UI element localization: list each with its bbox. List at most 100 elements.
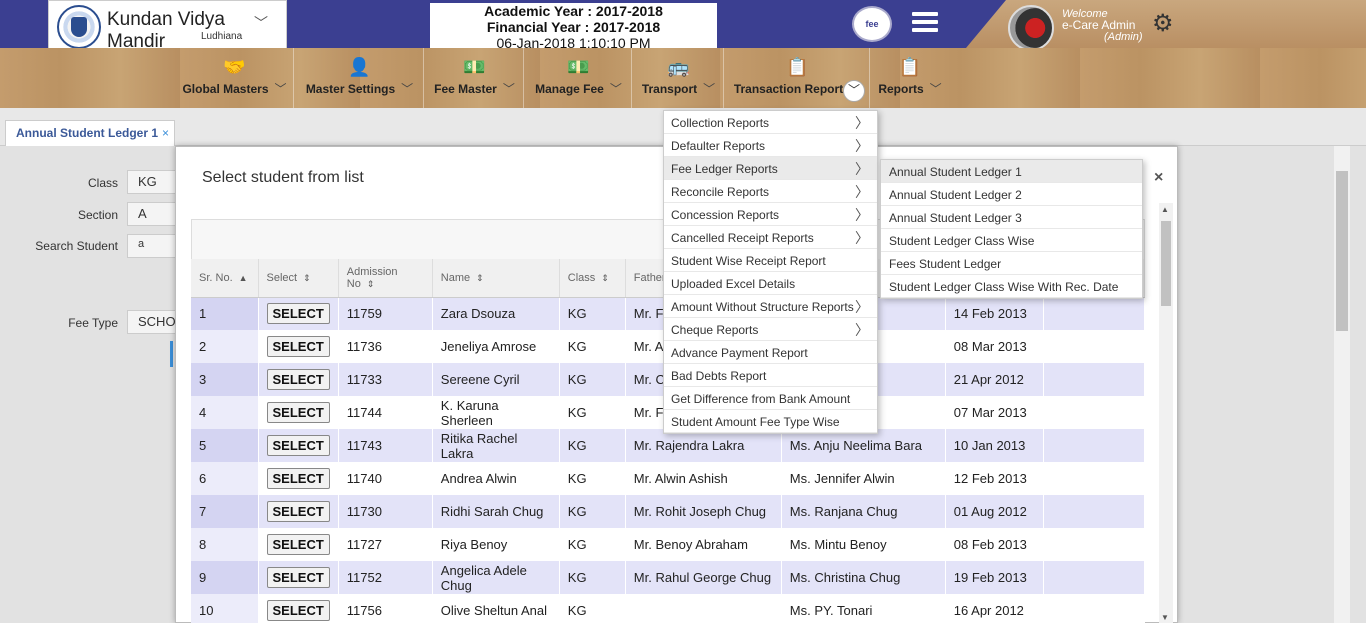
bus-icon: 🚌 xyxy=(667,57,690,77)
col-name[interactable]: Name ⇕ xyxy=(432,259,560,298)
table-row[interactable]: 10 SELECT 11756 Olive Sheltun Anal KG Ms. PY.… xyxy=(191,594,1145,623)
table-row[interactable]: 8 SELECT 11727 Riya Benoy KG Mr. Benoy Abraha… xyxy=(191,528,1145,561)
select-cell: SELECT xyxy=(258,495,339,528)
col-admission-no[interactable]: Admission No ⇕ xyxy=(338,259,433,298)
chevron-right-icon: 〉 xyxy=(855,299,869,315)
submenu-item-fees-student-ledger[interactable]: Fees Student Ledger xyxy=(881,252,1142,275)
select-student-button[interactable]: SELECT xyxy=(266,567,330,588)
extra-cell xyxy=(1043,363,1145,396)
hamburger-menu-icon[interactable] xyxy=(912,12,938,32)
gear-icon[interactable]: ⚙ xyxy=(1152,10,1174,38)
select-student-button[interactable]: SELECT xyxy=(266,600,330,621)
submenu-item-annual-student-ledger-1[interactable]: Annual Student Ledger 1 xyxy=(881,160,1142,183)
avatar[interactable] xyxy=(1008,5,1054,51)
menu-item-bad-debts-report[interactable]: Bad Debts Report xyxy=(664,364,877,387)
select-student-button[interactable]: SELECT xyxy=(266,369,330,390)
modal-scrollbar[interactable]: ▲ ▼ xyxy=(1159,203,1173,623)
col-select[interactable]: Select ⇕ xyxy=(258,259,339,298)
menu-item-advance-payment-report[interactable]: Advance Payment Report xyxy=(664,341,877,364)
admission-no-cell: 11730 xyxy=(338,495,433,528)
section-label: Section xyxy=(77,208,118,222)
table-row[interactable]: 6 SELECT 11740 Andrea Alwin KG Mr. Alwin Ashi… xyxy=(191,462,1145,495)
class-cell: KG xyxy=(559,495,626,528)
report-icon: 📋 xyxy=(786,57,809,77)
transaction-report-menu: Collection Reports 〉 Defaulter Reports 〉 Fee… xyxy=(663,110,878,434)
close-icon[interactable]: × xyxy=(162,126,169,140)
table-row[interactable]: 7 SELECT 11730 Ridhi Sarah Chug KG Mr. Rohit … xyxy=(191,495,1145,528)
nav-reports[interactable]: 📋 Reports ﹀ xyxy=(872,48,948,108)
class-cell: KG xyxy=(559,396,626,429)
menu-item-student-amount-fee-type-wise[interactable]: Student Amount Fee Type Wise xyxy=(664,410,877,433)
select-student-button[interactable]: SELECT xyxy=(266,336,330,357)
student-name-cell: Angelica Adele Chug xyxy=(432,561,560,594)
mother-name-cell: Ms. Christina Chug xyxy=(781,561,946,594)
nav-manage-fee[interactable]: 💵 Manage Fee ﹀ xyxy=(526,48,632,108)
school-emblem-icon xyxy=(57,5,101,49)
fee-logo-icon[interactable]: fee xyxy=(852,6,892,42)
extra-cell xyxy=(1043,330,1145,363)
chevron-down-icon[interactable]: ﹀ xyxy=(254,13,268,33)
menu-item-amount-without-structure-reports[interactable]: Amount Without Structure Reports 〉 xyxy=(664,295,877,318)
chevron-right-icon: 〉 xyxy=(855,207,869,223)
dob-cell: 14 Feb 2013 xyxy=(945,297,1044,330)
admission-no-cell: 11743 xyxy=(338,429,433,462)
fee-ledger-submenu: Annual Student Ledger 1 Annual Student Le… xyxy=(880,159,1143,299)
nav-fee-master[interactable]: 💵 Fee Master ﹀ xyxy=(426,48,524,108)
mother-name-cell: Ms. Mintu Benoy xyxy=(781,528,946,561)
search-student-label: Search Student xyxy=(35,239,118,253)
select-student-button[interactable]: SELECT xyxy=(266,303,330,325)
page-scrollbar[interactable] xyxy=(1334,146,1350,623)
select-student-button[interactable]: SELECT xyxy=(266,534,330,555)
menu-item-student-wise-receipt-report[interactable]: Student Wise Receipt Report xyxy=(664,249,877,272)
dob-cell: 21 Apr 2012 xyxy=(945,363,1044,396)
select-student-button[interactable]: SELECT xyxy=(266,501,330,522)
col-class[interactable]: Class ⇕ xyxy=(559,259,626,298)
select-student-button[interactable]: SELECT xyxy=(266,435,330,456)
chevron-right-icon: 〉 xyxy=(855,184,869,200)
submenu-item-student-ledger-class-wise[interactable]: Student Ledger Class Wise xyxy=(881,229,1142,252)
school-logo-box[interactable]: Kundan Vidya Mandir Ludhiana ﹀ xyxy=(48,0,287,52)
search-student-input[interactable]: a xyxy=(127,234,177,258)
menu-item-get-difference-from-bank-amount[interactable]: Get Difference from Bank Amount xyxy=(664,387,877,410)
submenu-item-annual-student-ledger-3[interactable]: Annual Student Ledger 3 xyxy=(881,206,1142,229)
submenu-item-student-ledger-class-wise-with-rec-date[interactable]: Student Ledger Class Wise With Rec. Date xyxy=(881,275,1142,298)
tab-annual-student-ledger-1[interactable]: Annual Student Ledger 1 × xyxy=(5,120,175,146)
admission-no-cell: 11756 xyxy=(338,594,433,623)
report-icon: 📋 xyxy=(898,57,922,77)
menu-item-concession-reports[interactable]: Concession Reports 〉 xyxy=(664,203,877,226)
close-icon[interactable]: × xyxy=(1154,169,1163,187)
menu-item-cheque-reports[interactable]: Cheque Reports 〉 xyxy=(664,318,877,341)
class-select[interactable]: KG xyxy=(127,170,177,194)
col-sr-no[interactable]: Sr. No. ▲ xyxy=(191,259,259,298)
section-select[interactable]: A xyxy=(127,202,177,226)
menu-item-collection-reports[interactable]: Collection Reports 〉 xyxy=(664,111,877,134)
sort-icon: ⇕ xyxy=(601,272,609,283)
class-cell: KG xyxy=(559,528,626,561)
table-row[interactable]: 9 SELECT 11752 Angelica Adele Chug KG Mr. Rah… xyxy=(191,561,1145,594)
student-name-cell: Jeneliya Amrose xyxy=(432,330,560,363)
select-student-button[interactable]: SELECT xyxy=(266,468,330,489)
menu-item-fee-ledger-reports[interactable]: Fee Ledger Reports 〉 xyxy=(664,157,877,180)
money-icon: 💵 xyxy=(567,57,590,77)
extra-cell xyxy=(1043,528,1145,561)
submenu-item-annual-student-ledger-2[interactable]: Annual Student Ledger 2 xyxy=(881,183,1142,206)
menu-item-defaulter-reports[interactable]: Defaulter Reports 〉 xyxy=(664,134,877,157)
menu-item-uploaded-excel-details[interactable]: Uploaded Excel Details xyxy=(664,272,877,295)
menu-item-cancelled-receipt-reports[interactable]: Cancelled Receipt Reports 〉 xyxy=(664,226,877,249)
nav-master-settings[interactable]: 👤 Master Settings ﹀ xyxy=(296,48,424,108)
nav-transport[interactable]: 🚌 Transport ﹀ xyxy=(634,48,724,108)
sort-asc-icon: ▲ xyxy=(238,272,248,283)
select-cell: SELECT xyxy=(258,363,339,396)
fee-type-select[interactable]: SCHO xyxy=(127,310,177,334)
mother-name-cell: Ms. Jennifer Alwin xyxy=(781,462,946,495)
select-student-button[interactable]: SELECT xyxy=(266,402,330,423)
chevron-down-icon[interactable]: ﹀ xyxy=(843,80,865,102)
student-name-cell: Ridhi Sarah Chug xyxy=(432,495,560,528)
menu-item-reconcile-reports[interactable]: Reconcile Reports 〉 xyxy=(664,180,877,203)
student-name-cell: Andrea Alwin xyxy=(432,462,560,495)
money-icon: 💵 xyxy=(463,57,486,77)
nav-global-masters[interactable]: 🤝 Global Masters ﹀ xyxy=(176,48,294,108)
sr-no-cell: 3 xyxy=(191,363,259,396)
admission-no-cell: 11759 xyxy=(338,297,433,330)
extra-cell xyxy=(1043,561,1145,594)
